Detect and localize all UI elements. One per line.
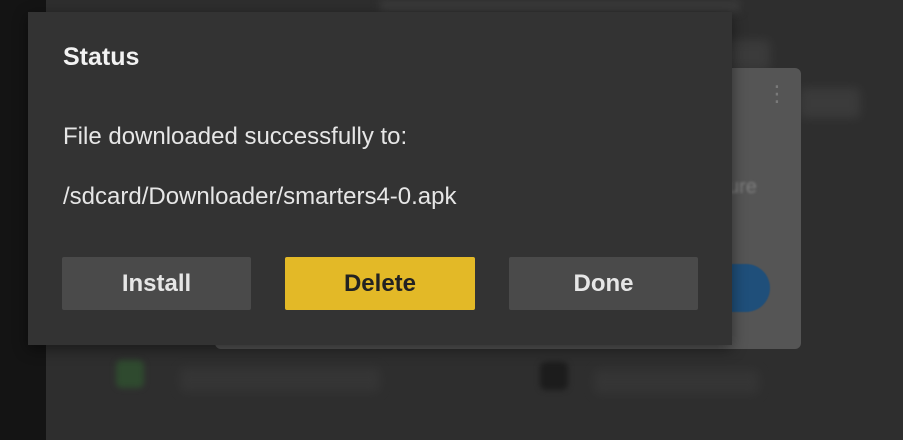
delete-button[interactable]: Delete [285,257,475,310]
background-app-label [594,370,759,394]
background-top-bar [380,0,740,12]
status-dialog: Status File downloaded successfully to: … [28,12,732,345]
background-blurred-header [800,88,860,118]
background-app-icon [116,360,144,388]
file-path-text: /sdcard/Downloader/smarters4-0.apk [63,183,457,210]
overflow-menu-icon: ⋮ [766,81,788,106]
dialog-title: Status [63,43,140,71]
install-button[interactable]: Install [62,257,251,310]
background-app-icon [540,362,568,390]
background-app-label [180,368,380,392]
done-button[interactable]: Done [509,257,698,310]
background-card-text: ure [728,176,757,198]
dialog-message: File downloaded successfully to: [63,123,408,150]
